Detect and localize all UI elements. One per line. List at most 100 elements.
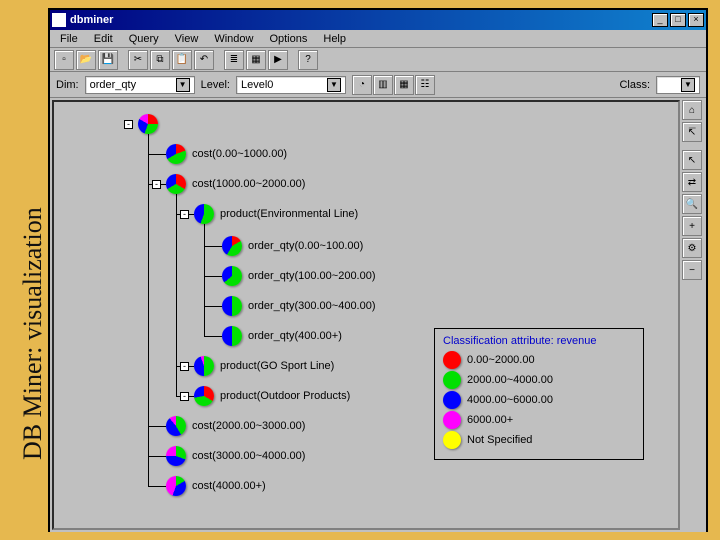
legend-label: 6000.00+ <box>467 414 513 426</box>
menu-view[interactable]: View <box>169 32 205 46</box>
expander-icon[interactable]: - <box>124 120 133 129</box>
slide-title: DB Miner: visualization <box>18 207 48 460</box>
pie-view-icon[interactable]: ◔ <box>352 75 372 95</box>
close-button[interactable]: × <box>688 13 704 27</box>
pie-node[interactable] <box>166 144 186 164</box>
up-icon[interactable]: ↸ <box>682 122 702 142</box>
tree-connector <box>204 246 222 247</box>
new-icon[interactable]: ▫ <box>54 50 74 70</box>
node-label: product(Environmental Line) <box>220 208 358 220</box>
pie-node[interactable] <box>166 476 186 496</box>
expander-icon[interactable]: - <box>180 362 189 371</box>
menu-options[interactable]: Options <box>263 32 313 46</box>
legend-row: 4000.00~6000.00 <box>443 391 635 409</box>
dim-label: Dim: <box>56 79 79 91</box>
minimize-button[interactable]: _ <box>652 13 668 27</box>
legend-title: Classification attribute: revenue <box>443 335 635 347</box>
pie-node[interactable] <box>194 386 214 406</box>
expander-icon[interactable]: - <box>180 210 189 219</box>
run-icon[interactable]: ▶ <box>268 50 288 70</box>
chevron-down-icon[interactable]: ▼ <box>327 78 341 92</box>
menubar: File Edit Query View Window Options Help <box>50 30 706 48</box>
tree-connector <box>148 124 149 486</box>
plus-icon[interactable]: + <box>682 216 702 236</box>
pie-node[interactable] <box>222 296 242 316</box>
class-combo[interactable]: ▼ <box>656 76 700 94</box>
menu-edit[interactable]: Edit <box>88 32 119 46</box>
tree-view-icon[interactable]: ☷ <box>415 75 435 95</box>
cut-icon[interactable]: ✂ <box>128 50 148 70</box>
pie-node[interactable] <box>166 446 186 466</box>
view-buttons: ◔ ▥ ▦ ☷ <box>352 75 435 95</box>
pie-node[interactable] <box>194 204 214 224</box>
menu-query[interactable]: Query <box>123 32 165 46</box>
tree-connector <box>204 306 222 307</box>
tree-connector <box>148 426 166 427</box>
node-label: cost(4000.00+) <box>192 480 266 492</box>
pie-node[interactable] <box>222 326 242 346</box>
legend-swatch <box>443 371 461 389</box>
legend-label: 0.00~2000.00 <box>467 354 535 366</box>
node-label: order_qty(100.00~200.00) <box>248 270 376 282</box>
app-icon <box>52 13 66 27</box>
save-icon[interactable]: 💾 <box>98 50 118 70</box>
class-label: Class: <box>619 79 650 91</box>
node-label: cost(1000.00~2000.00) <box>192 178 305 190</box>
paste-icon[interactable]: 📋 <box>172 50 192 70</box>
undo-icon[interactable]: ↶ <box>194 50 214 70</box>
right-toolbar: ⌂ ↸ ↖ ⇄ 🔍 + ⚙ − <box>682 100 704 280</box>
copy-icon[interactable]: ⧉ <box>150 50 170 70</box>
pie-node[interactable] <box>138 114 158 134</box>
legend-label: 4000.00~6000.00 <box>467 394 553 406</box>
legend-panel: Classification attribute: revenue 0.00~20… <box>434 328 644 460</box>
grid-icon[interactable]: ▦ <box>246 50 266 70</box>
expander-icon[interactable]: - <box>180 392 189 401</box>
config-icon[interactable]: ⚙ <box>682 238 702 258</box>
chevron-down-icon[interactable]: ▼ <box>176 78 190 92</box>
menu-file[interactable]: File <box>54 32 84 46</box>
legend-swatch <box>443 351 461 369</box>
zoom-icon[interactable]: 🔍 <box>682 194 702 214</box>
client-area: - - - - - cost(0.00~1000.00) cost(1000.00~2000… <box>50 98 706 532</box>
chevron-down-icon[interactable]: ▼ <box>681 78 695 92</box>
pointer-icon[interactable]: ↖ <box>682 150 702 170</box>
pie-node[interactable] <box>166 416 186 436</box>
home-icon[interactable]: ⌂ <box>682 100 702 120</box>
legend-label: 2000.00~4000.00 <box>467 374 553 386</box>
pie-node[interactable] <box>166 174 186 194</box>
node-label: product(Outdoor Products) <box>220 390 350 402</box>
tree-connector <box>148 154 166 155</box>
pie-node[interactable] <box>194 356 214 376</box>
titlebar[interactable]: dbminer _ □ × <box>50 10 706 30</box>
dim-combo[interactable]: order_qty ▼ <box>85 76 195 94</box>
expander-icon[interactable]: - <box>152 180 161 189</box>
legend-row: 6000.00+ <box>443 411 635 429</box>
app-window: dbminer _ □ × File Edit Query View Windo… <box>48 8 708 532</box>
titlebar-text: dbminer <box>70 14 652 26</box>
node-label: cost(3000.00~4000.00) <box>192 450 305 462</box>
pie-node[interactable] <box>222 266 242 286</box>
pie-node[interactable] <box>222 236 242 256</box>
tree-connector <box>148 486 166 487</box>
legend-swatch <box>443 431 461 449</box>
help-icon[interactable]: ? <box>298 50 318 70</box>
maximize-button[interactable]: □ <box>670 13 686 27</box>
open-icon[interactable]: 📂 <box>76 50 96 70</box>
legend-row: 2000.00~4000.00 <box>443 371 635 389</box>
tree-connector <box>176 184 177 396</box>
menu-window[interactable]: Window <box>208 32 259 46</box>
node-label: order_qty(400.00+) <box>248 330 342 342</box>
minus-icon[interactable]: − <box>682 260 702 280</box>
list-icon[interactable]: ≣ <box>224 50 244 70</box>
level-label: Level: <box>201 79 230 91</box>
swap-icon[interactable]: ⇄ <box>682 172 702 192</box>
legend-row: 0.00~2000.00 <box>443 351 635 369</box>
level-combo[interactable]: Level0 ▼ <box>236 76 346 94</box>
node-label: cost(0.00~1000.00) <box>192 148 287 160</box>
menu-help[interactable]: Help <box>317 32 352 46</box>
toolbar-secondary: Dim: order_qty ▼ Level: Level0 ▼ ◔ ▥ ▦ ☷… <box>50 72 706 98</box>
tree-canvas[interactable]: - - - - - cost(0.00~1000.00) cost(1000.00~2000… <box>52 100 680 530</box>
node-label: product(GO Sport Line) <box>220 360 334 372</box>
bar-view-icon[interactable]: ▥ <box>373 75 393 95</box>
grid-view-icon[interactable]: ▦ <box>394 75 414 95</box>
